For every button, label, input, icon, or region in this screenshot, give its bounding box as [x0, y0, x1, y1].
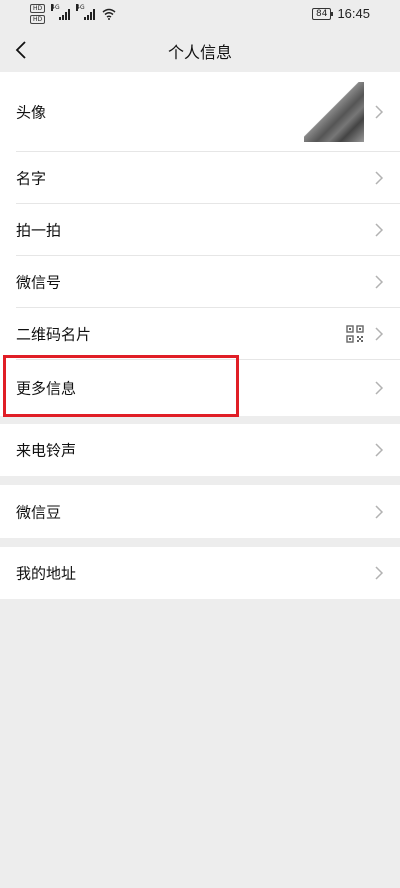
chevron-right-icon [375, 566, 384, 580]
row-address-label: 我的地址 [16, 564, 77, 583]
status-right: 84 16:45 [312, 6, 370, 21]
row-wechat-beans[interactable]: 微信豆 [0, 485, 400, 538]
qr-code-icon [346, 325, 364, 343]
chevron-right-icon [375, 504, 384, 519]
chevron-right-icon [375, 381, 384, 395]
status-bar: HD HD 4G 4G 84 16:45 [0, 0, 400, 28]
row-ringtone-label: 来电铃声 [16, 441, 77, 460]
row-ringtone[interactable]: 来电铃声 [0, 424, 400, 476]
row-more-info[interactable]: 更多信息 [0, 360, 400, 416]
sim1-badge: HD [30, 4, 46, 13]
row-avatar[interactable]: 头像 [0, 72, 400, 152]
sim2-badge: HD [30, 15, 46, 24]
signal-2-icon: 4G [76, 4, 96, 20]
clock: 16:45 [337, 6, 370, 21]
chevron-right-icon [375, 443, 384, 457]
status-left: HD HD 4G 4G [30, 4, 116, 24]
row-name-label: 名字 [16, 169, 47, 188]
wifi-icon [102, 8, 116, 20]
nav-bar: 个人信息 [0, 28, 400, 72]
row-qr-card[interactable]: 二维码名片 [0, 308, 400, 360]
row-wechat-id-label: 微信号 [16, 273, 62, 292]
chevron-right-icon [375, 275, 384, 289]
chevron-right-icon [375, 327, 384, 341]
row-qr-card-label: 二维码名片 [16, 325, 92, 344]
chevron-right-icon [375, 105, 384, 119]
row-wechat-beans-label: 微信豆 [16, 503, 62, 521]
sim-indicators: HD HD [30, 4, 46, 24]
row-pat[interactable]: 拍一拍 [0, 204, 400, 256]
chevron-right-icon [375, 171, 384, 185]
signal-1-icon: 4G [51, 4, 71, 20]
row-more-info-label: 更多信息 [16, 379, 77, 398]
chevron-right-icon [375, 223, 384, 237]
row-avatar-label: 头像 [16, 103, 47, 122]
row-name[interactable]: 名字 [0, 152, 400, 204]
row-address[interactable]: 我的地址 [0, 547, 400, 599]
avatar [304, 82, 364, 142]
row-wechat-id[interactable]: 微信号 [0, 256, 400, 308]
row-pat-label: 拍一拍 [16, 221, 62, 240]
page-title: 个人信息 [167, 43, 232, 62]
battery-icon: 84 [312, 7, 334, 20]
